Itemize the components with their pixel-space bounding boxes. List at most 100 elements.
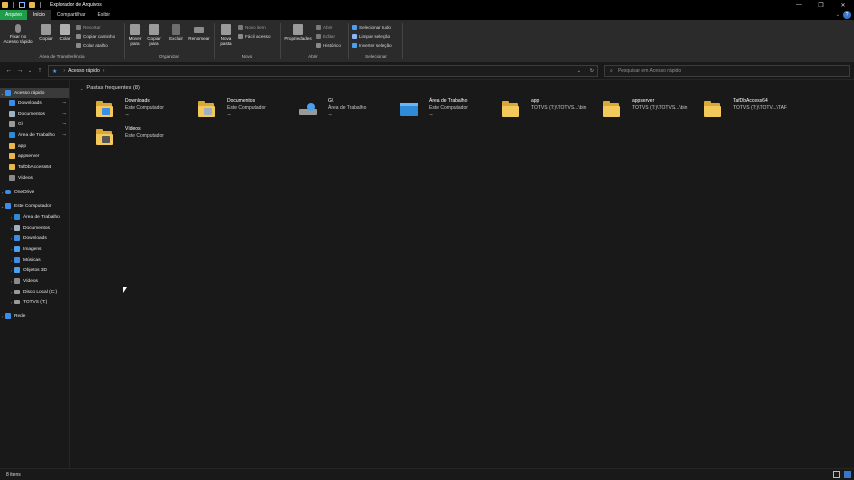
copy-path-icon <box>76 33 81 39</box>
sidebar-item-documentos[interactable]: › Documentos <box>0 223 69 233</box>
sidebar-item-acesso-rapido[interactable]: ⌄ Acesso rápido <box>0 88 69 98</box>
sidebar-item-app[interactable]: app <box>0 141 69 151</box>
sidebar-item-g[interactable]: G\ ⊸ <box>0 119 69 129</box>
details-view-icon[interactable] <box>833 471 840 478</box>
collapse-chevron-icon[interactable]: ⌄ <box>80 86 83 91</box>
forward-button[interactable]: → <box>15 66 25 76</box>
sidebar-item-downloads[interactable]: › Downloads <box>0 233 69 243</box>
sidebar-item-disco-local[interactable]: › Disco Local (C:) <box>0 287 69 297</box>
edit-button[interactable]: Editar <box>316 32 335 40</box>
folder-tile-appserver[interactable]: appserver TOTVS (T:)\TOTVS...\bin <box>585 95 687 121</box>
address-dropdown-icon[interactable]: ⌄ <box>577 68 581 74</box>
tab-arquivo[interactable]: Arquivo <box>0 10 27 20</box>
folder-name: G\ <box>328 98 334 104</box>
select-none-button[interactable]: Limpar seleção <box>352 32 390 40</box>
open-button[interactable]: Abrir <box>316 23 333 31</box>
folder-icon <box>9 153 15 159</box>
window-title: Explorador de Arquivos <box>50 2 102 8</box>
sidebar-item-rede[interactable]: › Rede <box>0 311 69 321</box>
copy-button[interactable]: Copiar <box>36 24 56 41</box>
maximize-button[interactable]: ❐ <box>810 0 832 10</box>
tab-compartilhar[interactable]: Compartilhar <box>51 10 92 20</box>
sidebar-item-videos[interactable]: › Vídeos <box>0 276 69 286</box>
history-label: Histórico <box>323 42 341 48</box>
up-button[interactable]: ↑ <box>35 66 45 76</box>
delete-label: Excluir <box>169 36 183 41</box>
select-all-button[interactable]: Selecionar tudo <box>352 23 391 31</box>
select-all-icon <box>352 24 357 30</box>
rename-button[interactable]: Renomear <box>186 24 212 41</box>
properties-label: Propriedades <box>284 36 312 41</box>
sidebar-item-appserver[interactable]: appserver <box>0 151 69 161</box>
folder-tile-tafdbaccess64[interactable]: TafDbAccess64 TOTVS (T:)\TOTV...\TAF <box>686 95 787 121</box>
copy-path-button[interactable]: Copiar caminho <box>76 32 115 40</box>
sidebar-item-tafdbaccess64[interactable]: TafDbAccess64 <box>0 162 69 172</box>
new-folder-quick-icon[interactable] <box>29 2 35 8</box>
sidebar-item-label: Acesso rápido <box>14 90 45 96</box>
folder-tile-app[interactable]: app TOTVS (T:)\TOTVS...\bin <box>484 95 587 121</box>
folder-tile-downloads[interactable]: Downloads Este Computador ⊸ <box>78 95 178 121</box>
collapse-ribbon-icon[interactable]: ⌄ <box>836 12 840 18</box>
desktop-icon <box>9 132 15 138</box>
new-group-label: Novo <box>241 54 253 59</box>
minimize-button[interactable]: — <box>788 0 810 10</box>
properties-button[interactable]: Propriedades <box>282 24 314 41</box>
folder-tile-videos[interactable]: Vídeos Este Computador <box>78 123 178 149</box>
tab-inicio[interactable]: Início <box>26 10 51 20</box>
sidebar-item-totvs[interactable]: › TOTVS (T:) <box>0 297 69 307</box>
large-icons-view-icon[interactable] <box>844 471 851 478</box>
sidebar-item-area-de-trabalho[interactable]: Área de Trabalho ⊸ <box>0 130 69 140</box>
sidebar-item-imagens[interactable]: › Imagens <box>0 244 69 254</box>
sidebar-item-label: Downloads <box>23 235 47 241</box>
folder-location: TOTVS (T:)\TOTVS...\bin <box>531 105 587 111</box>
easy-access-label: Fácil acesso <box>245 33 271 39</box>
folder-tile-g[interactable]: G\ Área de Trabalho ⊸ <box>281 95 381 121</box>
history-button[interactable]: Histórico <box>316 41 341 49</box>
frequent-folders-header[interactable]: ⌄ Pastas frequentes (8) <box>80 85 140 91</box>
scissors-icon <box>76 24 81 30</box>
drive-icon <box>299 100 317 118</box>
sidebar-item-documentos[interactable]: Documentos ⊸ <box>0 109 69 119</box>
properties-quick-icon[interactable] <box>19 2 25 8</box>
cut-button[interactable]: Recortar <box>76 23 101 31</box>
sidebar-item-musicas[interactable]: › Músicas <box>0 255 69 265</box>
new-folder-button[interactable]: Nova pasta <box>217 24 235 46</box>
delete-button[interactable]: Excluir <box>167 24 185 41</box>
pin-icon: ⊸ <box>429 112 433 117</box>
breadcrumb-chevron-icon[interactable]: › <box>103 68 105 74</box>
sidebar-item-onedrive[interactable]: › OneDrive <box>0 187 69 197</box>
sidebar-item-area-de-trabalho[interactable]: › Área de Trabalho <box>0 212 69 222</box>
new-item-button[interactable]: Novo item <box>238 23 266 31</box>
new-item-label: Novo item <box>245 24 266 30</box>
tab-exibir[interactable]: Exibir <box>92 10 117 20</box>
refresh-icon[interactable]: ↻ <box>590 68 594 74</box>
breadcrumb[interactable]: Acesso rápido <box>68 68 100 74</box>
sidebar-item-label: Documentos <box>18 111 45 117</box>
folder-tile-area-de-trabalho[interactable]: Área de Trabalho Este Computador ⊸ <box>382 95 482 121</box>
group-divider <box>348 23 349 59</box>
sidebar-item-este-computador[interactable]: ⌄ Este Computador <box>0 201 69 211</box>
downloads-icon <box>9 100 15 106</box>
pin-quick-access-button[interactable]: Fixar no Acesso rápido <box>3 24 33 44</box>
sidebar-item-label: G\ <box>18 121 24 127</box>
paste-button[interactable]: Colar <box>57 24 73 41</box>
documents-folder-icon <box>198 100 216 118</box>
invert-selection-button[interactable]: Inverter seleção <box>352 41 392 49</box>
breadcrumb-chevron-icon[interactable]: › <box>63 68 65 74</box>
sidebar-item-objetos-3d[interactable]: › Objetos 3D <box>0 265 69 275</box>
move-to-button[interactable]: Mover para <box>126 24 144 46</box>
close-button[interactable]: ✕ <box>832 0 854 10</box>
sidebar-item-label: Este Computador <box>14 203 52 209</box>
paste-shortcut-button[interactable]: Colar atalho <box>76 41 108 49</box>
recent-locations-button[interactable]: ⌄ <box>25 66 35 76</box>
sidebar-item-videos[interactable]: Vídeos <box>0 173 69 183</box>
address-bar[interactable]: ★ › Acesso rápido › ⌄ ↻ <box>48 65 598 77</box>
back-button[interactable]: ← <box>4 66 14 76</box>
folder-tile-documentos[interactable]: Documentos Este Computador ⊸ <box>180 95 280 121</box>
help-icon[interactable]: ? <box>843 11 851 19</box>
cloud-icon <box>5 190 11 194</box>
search-input[interactable]: ⌕ Pesquisar em Acesso rápido <box>604 65 850 77</box>
sidebar-item-downloads[interactable]: Downloads ⊸ <box>0 98 69 108</box>
copy-to-button[interactable]: Copiar para <box>145 24 163 46</box>
easy-access-button[interactable]: Fácil acesso <box>238 32 271 40</box>
